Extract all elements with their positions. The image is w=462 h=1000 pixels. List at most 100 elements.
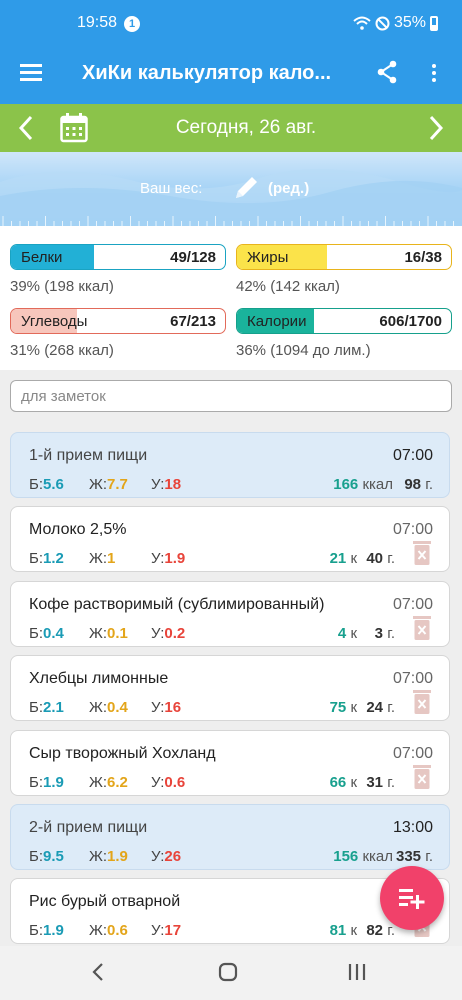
entry-kcal: 81 к: [329, 922, 357, 940]
entry-carbs: У:0.6: [151, 773, 186, 791]
protein-label: Белки: [21, 249, 63, 266]
battery-icon: [430, 15, 438, 31]
entry-grams: 24 г.: [366, 699, 395, 717]
fat-value: 16/38: [404, 249, 442, 266]
entry-fat: Ж:1: [89, 550, 116, 568]
entry-name: Кофе растворимый (сублимированный): [29, 595, 325, 613]
entry-fat: Ж:0.6: [89, 922, 128, 940]
calories-box: Калории 606/1700: [236, 308, 452, 334]
entry-time: 07:00: [392, 447, 433, 464]
entry-name: Сыр творожный Хохланд: [29, 744, 216, 762]
pencil-icon[interactable]: [232, 174, 260, 202]
entry-fat: Ж:0.1: [89, 624, 128, 642]
calories-value: 606/1700: [379, 313, 442, 330]
next-day-button[interactable]: [428, 114, 444, 142]
entry-protein: Б:0.4: [29, 624, 64, 642]
entry-name: Молоко 2,5%: [29, 521, 127, 539]
protein-percent: 39% (198 ккал): [10, 278, 114, 295]
carbs-value: 67/213: [170, 313, 216, 330]
app-bar: ХиКи калькулятор кало...: [0, 42, 462, 104]
entry-protein: Б:1.2: [29, 550, 64, 568]
food-item[interactable]: Сыр творожный Хохланд 07:00 Б:1.9 Ж:6.2 У:0.…: [10, 729, 450, 796]
food-entry-list[interactable]: 1-й прием пищи 07:00 Б:5.6 Ж:7.7 У:18 166 кка…: [0, 426, 462, 946]
add-food-button[interactable]: [380, 866, 444, 930]
battery-percent: 35%: [393, 14, 426, 31]
entry-fat: Ж:0.4: [89, 699, 128, 717]
entry-time: 07:00: [392, 521, 433, 539]
entry-kcal: 21 к: [329, 550, 357, 568]
weight-panel: Ваш вес: (ред.): [0, 152, 462, 226]
entry-grams: 31 г.: [366, 773, 395, 791]
calories-percent: 36% (1094 до лим.): [236, 342, 371, 359]
entry-fat: Ж:6.2: [89, 773, 128, 791]
status-bar: 19:58 1 35%: [0, 0, 462, 42]
carbs-label: Углеводы: [21, 313, 88, 330]
entry-time: 07:00: [392, 595, 433, 613]
home-nav-icon[interactable]: [218, 962, 238, 982]
calories-label: Калории: [247, 313, 307, 330]
hamburger-menu-icon[interactable]: [20, 64, 42, 81]
entry-carbs: У:17: [151, 922, 182, 940]
delete-icon[interactable]: [413, 690, 431, 715]
entry-grams: 82 г.: [366, 922, 395, 940]
entry-grams: 98 г.: [404, 476, 433, 493]
entry-grams: 40 г.: [366, 550, 395, 568]
entry-carbs: У:1.9: [151, 550, 186, 568]
recents-nav-icon[interactable]: [347, 962, 367, 982]
entry-protein: Б:1.9: [29, 773, 64, 791]
carbs-percent: 31% (268 ккал): [10, 342, 114, 359]
delete-icon[interactable]: [413, 764, 431, 789]
fat-label: Жиры: [247, 249, 289, 266]
food-item[interactable]: Молоко 2,5% 07:00 Б:1.2 Ж:1 У:1.9 21 к 40 г.: [10, 506, 450, 573]
entry-name: Рис бурый отварной: [29, 893, 181, 911]
entry-fat: Ж:1.9: [89, 848, 128, 865]
notes-field[interactable]: [10, 380, 452, 412]
entry-name: Хлебцы лимонные: [29, 670, 169, 688]
delete-icon[interactable]: [413, 615, 431, 640]
entry-carbs: У:18: [151, 476, 182, 493]
entry-time: 07:00: [392, 744, 433, 762]
macro-summary: Белки 49/128 39% (198 ккал) Жиры 16/38 4…: [0, 226, 462, 370]
fat-box: Жиры 16/38: [236, 244, 452, 270]
entry-grams: 335 г.: [395, 848, 433, 865]
entry-time: 13:00: [392, 819, 433, 836]
date-bar: Сегодня, 26 авг.: [0, 104, 462, 152]
entry-carbs: У:0.2: [151, 624, 186, 642]
entry-kcal: 4 к: [337, 624, 357, 642]
notes-input[interactable]: [11, 381, 451, 411]
current-date[interactable]: Сегодня, 26 авг.: [0, 117, 462, 139]
entry-name: 1-й прием пищи: [29, 447, 148, 464]
entry-kcal: 156 ккал: [333, 848, 393, 865]
entry-time: 07:00: [392, 670, 433, 688]
more-options-icon[interactable]: [432, 64, 438, 85]
protein-box: Белки 49/128: [10, 244, 226, 270]
meal-header[interactable]: 1-й прием пищи 07:00 Б:5.6 Ж:7.7 У:18 166 кка…: [10, 432, 450, 498]
delete-icon[interactable]: [413, 541, 431, 566]
system-nav-bar: [0, 946, 462, 1000]
app-title: ХиКи калькулятор кало...: [82, 62, 332, 84]
ruler-decoration: [2, 216, 454, 226]
entry-kcal: 75 к: [329, 699, 357, 717]
food-item[interactable]: Кофе растворимый (сублимированный) 07:00 Б…: [10, 580, 450, 647]
entry-protein: Б:1.9: [29, 922, 64, 940]
entry-carbs: У:26: [151, 848, 182, 865]
entry-kcal: 66 к: [329, 773, 357, 791]
entry-name: 2-й прием пищи: [29, 819, 148, 836]
entry-fat: Ж:7.7: [89, 476, 128, 493]
weight-label: Ваш вес:: [140, 180, 203, 197]
weight-edit-link[interactable]: (ред.): [268, 180, 309, 197]
entry-grams: 3 г.: [374, 624, 395, 642]
food-item[interactable]: Хлебцы лимонные 07:00 Б:2.1 Ж:0.4 У:16 75 к 24…: [10, 655, 450, 722]
entry-protein: Б:2.1: [29, 699, 64, 717]
meal-header[interactable]: 2-й прием пищи 13:00 Б:9.5 Ж:1.9 У:26 156 кка…: [10, 804, 450, 870]
carbs-box: Углеводы 67/213: [10, 308, 226, 334]
share-icon[interactable]: [376, 60, 398, 84]
entry-kcal: 166 ккал: [333, 476, 393, 493]
wifi-icon: [353, 16, 371, 30]
status-time: 19:58: [77, 14, 118, 31]
status-icons: 35%: [353, 14, 438, 32]
notification-badge: 1: [124, 16, 140, 32]
add-list-icon: [399, 889, 425, 909]
back-nav-icon[interactable]: [91, 962, 105, 982]
entry-protein: Б:5.6: [29, 476, 64, 493]
